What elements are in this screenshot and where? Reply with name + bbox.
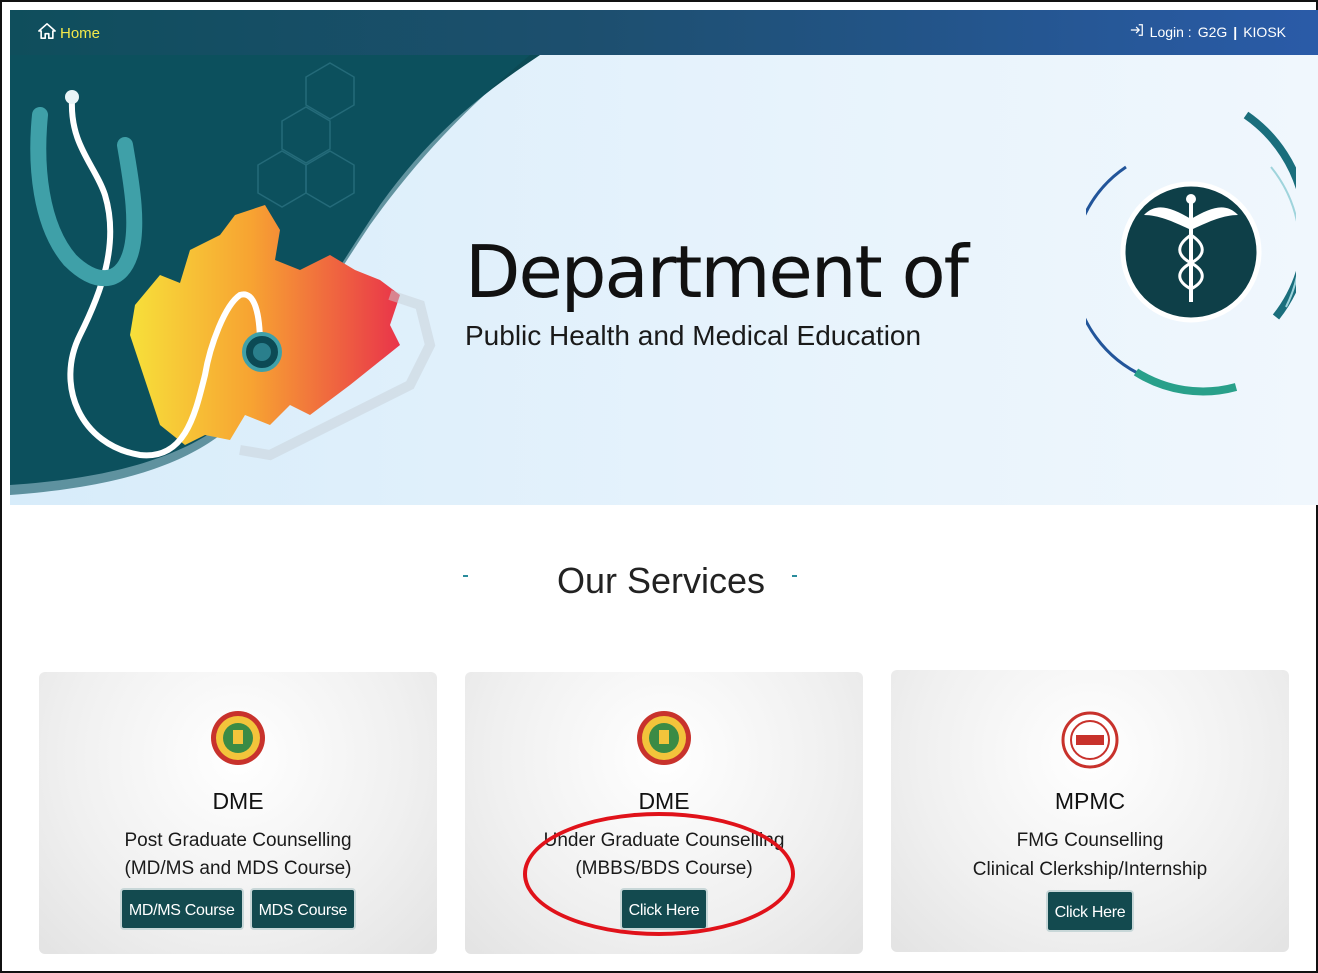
card-line1: Under Graduate Counselling	[543, 830, 785, 851]
md-ms-course-button[interactable]: MD/MS Course	[119, 888, 244, 930]
banner-title: Department of	[465, 230, 969, 314]
top-navbar: Home Login : G2G | KIOSK	[10, 10, 1318, 55]
card-org: MPMC	[1054, 788, 1126, 814]
service-card-ug: DME Under Graduate Counselling (MBBS/BDS…	[465, 672, 863, 954]
service-card-mpmc: MPMC FMG Counselling Clinical Clerkship/…	[891, 670, 1289, 952]
card-line2: Clinical Clerkship/Internship	[972, 859, 1208, 880]
card-line1: Post Graduate Counselling	[124, 830, 352, 851]
login-g2g-link[interactable]: G2G	[1198, 24, 1228, 40]
mpmc-seal-icon	[1060, 700, 1120, 785]
caduceus-icon	[1071, 107, 1311, 402]
ug-click-here-button[interactable]: Click Here	[619, 888, 709, 930]
home-icon	[38, 22, 56, 44]
card-line2: (MD/MS and MDS Course)	[124, 858, 352, 879]
service-card-pg: DME Post Graduate Counselling (MD/MS and…	[39, 672, 437, 954]
login-arrow-icon	[1130, 23, 1144, 40]
heading-dash-right	[792, 575, 797, 577]
banner-subtitle: Public Health and Medical Education	[465, 320, 922, 351]
mp-government-emblem-icon	[635, 700, 693, 783]
card-line1: FMG Counselling	[1016, 830, 1164, 851]
login-separator: |	[1233, 23, 1238, 40]
mpmc-click-here-button[interactable]: Click Here	[1045, 890, 1135, 932]
mp-government-emblem-icon	[209, 700, 267, 783]
card-org: DME	[212, 788, 264, 814]
home-link[interactable]: Home	[38, 22, 100, 44]
login-area: Login : G2G | KIOSK	[1130, 23, 1286, 40]
login-kiosk-link[interactable]: KIOSK	[1243, 24, 1286, 40]
home-label: Home	[60, 24, 101, 42]
hero-banner: Department of Public Health and Medical …	[10, 55, 1318, 505]
mds-course-button[interactable]: MDS Course	[249, 888, 357, 930]
card-org: DME	[638, 788, 690, 814]
services-heading: Our Services	[556, 560, 766, 601]
login-prefix: Login :	[1149, 23, 1192, 40]
card-line2: (MBBS/BDS Course)	[575, 858, 753, 879]
